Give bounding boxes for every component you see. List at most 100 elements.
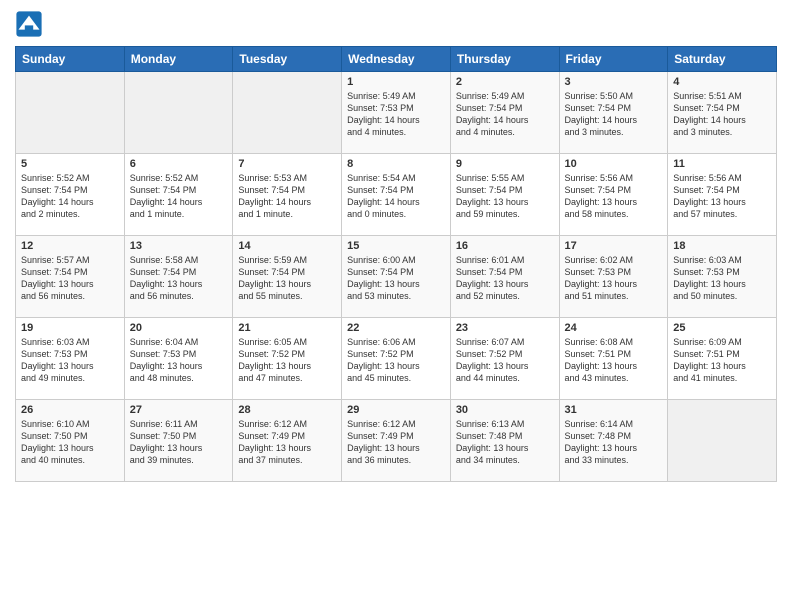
calendar-cell: 22 Sunrise: 6:06 AM Sunset: 7:52 PM Dayli… [342,318,451,400]
calendar-cell: 24 Sunrise: 6:08 AM Sunset: 7:51 PM Dayli… [559,318,668,400]
calendar-cell: 9Sunrise: 5:55 AM Sunset: 7:54 PM Daylig… [450,154,559,236]
weekday-header: Saturday [668,47,777,72]
weekday-header: Monday [124,47,233,72]
day-info: Sunrise: 6:06 AM Sunset: 7:52 PM Dayligh… [347,336,445,385]
day-info: Sunrise: 6:12 AM Sunset: 7:49 PM Dayligh… [347,418,445,467]
calendar-cell: 23 Sunrise: 6:07 AM Sunset: 7:52 PM Dayli… [450,318,559,400]
day-number: 9 [456,158,554,170]
day-number: 18 [673,240,771,252]
day-info: Sunrise: 5:52 AM Sunset: 7:54 PM Dayligh… [21,172,119,221]
calendar-cell: 27Sunrise: 6:11 AM Sunset: 7:50 PM Dayli… [124,400,233,482]
calendar-cell: 3Sunrise: 5:50 AM Sunset: 7:54 PM Daylig… [559,72,668,154]
day-number: 19 [21,322,119,334]
day-number: 28 [238,404,336,416]
day-info: Sunrise: 5:59 AM Sunset: 7:54 PM Dayligh… [238,254,336,303]
calendar-week-row: 5 Sunrise: 5:52 AM Sunset: 7:54 PM Daylig… [16,154,777,236]
day-number: 4 [673,76,771,88]
calendar-week-row: 19Sunrise: 6:03 AM Sunset: 7:53 PM Dayli… [16,318,777,400]
header [15,10,777,38]
day-number: 31 [565,404,663,416]
day-info: Sunrise: 5:52 AM Sunset: 7:54 PM Dayligh… [130,172,228,221]
logo [15,10,47,38]
calendar-cell: 12Sunrise: 5:57 AM Sunset: 7:54 PM Dayli… [16,236,125,318]
calendar-cell: 30 Sunrise: 6:13 AM Sunset: 7:48 PM Dayli… [450,400,559,482]
calendar-cell: 26 Sunrise: 6:10 AM Sunset: 7:50 PM Dayli… [16,400,125,482]
calendar-cell [16,72,125,154]
day-info: Sunrise: 6:05 AM Sunset: 7:52 PM Dayligh… [238,336,336,385]
calendar-cell: 29 Sunrise: 6:12 AM Sunset: 7:49 PM Dayli… [342,400,451,482]
day-info: Sunrise: 6:13 AM Sunset: 7:48 PM Dayligh… [456,418,554,467]
day-info: Sunrise: 6:14 AM Sunset: 7:48 PM Dayligh… [565,418,663,467]
calendar-cell: 2 Sunrise: 5:49 AM Sunset: 7:54 PM Daylig… [450,72,559,154]
day-number: 26 [21,404,119,416]
calendar-cell: 6 Sunrise: 5:52 AM Sunset: 7:54 PM Daylig… [124,154,233,236]
day-info: Sunrise: 5:51 AM Sunset: 7:54 PM Dayligh… [673,90,771,139]
calendar-cell: 8Sunrise: 5:54 AM Sunset: 7:54 PM Daylig… [342,154,451,236]
day-number: 25 [673,322,771,334]
calendar-cell [233,72,342,154]
calendar-cell [668,400,777,482]
calendar-cell: 25 Sunrise: 6:09 AM Sunset: 7:51 PM Dayli… [668,318,777,400]
calendar-week-row: 26 Sunrise: 6:10 AM Sunset: 7:50 PM Dayli… [16,400,777,482]
day-number: 22 [347,322,445,334]
day-number: 16 [456,240,554,252]
calendar-cell: 4 Sunrise: 5:51 AM Sunset: 7:54 PM Daylig… [668,72,777,154]
weekday-header: Friday [559,47,668,72]
day-number: 14 [238,240,336,252]
day-number: 6 [130,158,228,170]
day-info: Sunrise: 6:04 AM Sunset: 7:53 PM Dayligh… [130,336,228,385]
day-info: Sunrise: 5:58 AM Sunset: 7:54 PM Dayligh… [130,254,228,303]
calendar-header-row: SundayMondayTuesdayWednesdayThursdayFrid… [16,47,777,72]
calendar-table: SundayMondayTuesdayWednesdayThursdayFrid… [15,46,777,482]
day-number: 24 [565,322,663,334]
day-info: Sunrise: 5:49 AM Sunset: 7:54 PM Dayligh… [456,90,554,139]
calendar-week-row: 12Sunrise: 5:57 AM Sunset: 7:54 PM Dayli… [16,236,777,318]
day-info: Sunrise: 5:56 AM Sunset: 7:54 PM Dayligh… [565,172,663,221]
day-info: Sunrise: 5:56 AM Sunset: 7:54 PM Dayligh… [673,172,771,221]
weekday-header: Thursday [450,47,559,72]
calendar-cell: 14 Sunrise: 5:59 AM Sunset: 7:54 PM Dayli… [233,236,342,318]
day-info: Sunrise: 6:00 AM Sunset: 7:54 PM Dayligh… [347,254,445,303]
day-info: Sunrise: 6:03 AM Sunset: 7:53 PM Dayligh… [673,254,771,303]
day-number: 15 [347,240,445,252]
calendar-cell: 1Sunrise: 5:49 AM Sunset: 7:53 PM Daylig… [342,72,451,154]
weekday-header: Sunday [16,47,125,72]
calendar-cell: 7Sunrise: 5:53 AM Sunset: 7:54 PM Daylig… [233,154,342,236]
day-number: 7 [238,158,336,170]
logo-icon [15,10,43,38]
weekday-header: Tuesday [233,47,342,72]
day-number: 23 [456,322,554,334]
day-info: Sunrise: 6:08 AM Sunset: 7:51 PM Dayligh… [565,336,663,385]
day-info: Sunrise: 6:07 AM Sunset: 7:52 PM Dayligh… [456,336,554,385]
calendar-cell: 16Sunrise: 6:01 AM Sunset: 7:54 PM Dayli… [450,236,559,318]
day-info: Sunrise: 6:10 AM Sunset: 7:50 PM Dayligh… [21,418,119,467]
calendar-cell: 20 Sunrise: 6:04 AM Sunset: 7:53 PM Dayli… [124,318,233,400]
day-info: Sunrise: 5:54 AM Sunset: 7:54 PM Dayligh… [347,172,445,221]
calendar-cell: 17 Sunrise: 6:02 AM Sunset: 7:53 PM Dayli… [559,236,668,318]
day-number: 5 [21,158,119,170]
day-number: 2 [456,76,554,88]
day-number: 11 [673,158,771,170]
day-number: 17 [565,240,663,252]
day-number: 10 [565,158,663,170]
weekday-header: Wednesday [342,47,451,72]
day-number: 21 [238,322,336,334]
day-number: 3 [565,76,663,88]
calendar-cell: 31 Sunrise: 6:14 AM Sunset: 7:48 PM Dayli… [559,400,668,482]
calendar-cell: 18 Sunrise: 6:03 AM Sunset: 7:53 PM Dayli… [668,236,777,318]
day-number: 29 [347,404,445,416]
day-info: Sunrise: 6:12 AM Sunset: 7:49 PM Dayligh… [238,418,336,467]
day-info: Sunrise: 6:02 AM Sunset: 7:53 PM Dayligh… [565,254,663,303]
day-info: Sunrise: 6:11 AM Sunset: 7:50 PM Dayligh… [130,418,228,467]
calendar-cell: 13 Sunrise: 5:58 AM Sunset: 7:54 PM Dayli… [124,236,233,318]
day-number: 12 [21,240,119,252]
calendar-cell: 19Sunrise: 6:03 AM Sunset: 7:53 PM Dayli… [16,318,125,400]
day-number: 30 [456,404,554,416]
calendar-cell: 5 Sunrise: 5:52 AM Sunset: 7:54 PM Daylig… [16,154,125,236]
day-info: Sunrise: 6:09 AM Sunset: 7:51 PM Dayligh… [673,336,771,385]
day-number: 20 [130,322,228,334]
page: SundayMondayTuesdayWednesdayThursdayFrid… [0,0,792,612]
day-number: 13 [130,240,228,252]
calendar-cell [124,72,233,154]
calendar-cell: 10 Sunrise: 5:56 AM Sunset: 7:54 PM Dayli… [559,154,668,236]
